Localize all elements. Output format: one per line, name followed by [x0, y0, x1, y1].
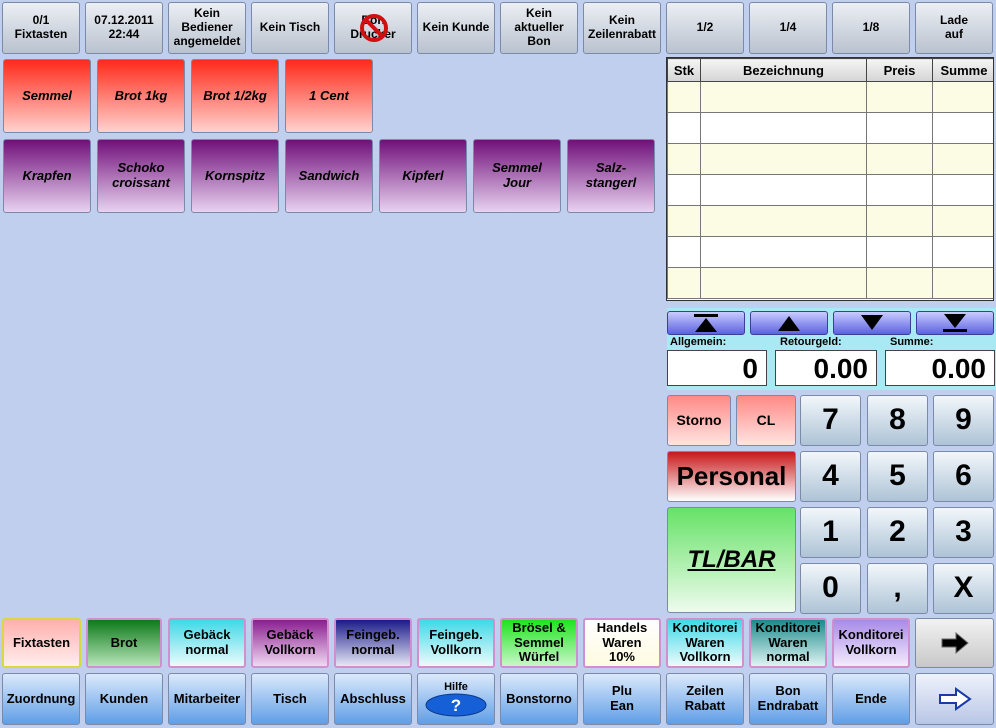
bon-endrabatt-button[interactable]: Bon Endrabatt [749, 673, 827, 725]
key-5-button[interactable]: 5 [867, 451, 928, 502]
category-gebaeck-vollkorn-button[interactable]: Gebäck Vollkorn [251, 618, 329, 668]
product-salzstangerl-button[interactable]: Salz- stangerl [567, 139, 655, 213]
abschluss-button[interactable]: Abschluss [334, 673, 412, 725]
category-konditorei-vollkorn-button[interactable]: Konditorei Vollkorn [832, 618, 910, 668]
product-brot-half-kg-button[interactable]: Brot 1/2kg [191, 59, 279, 133]
bon-drucker-button[interactable]: Bon Drucker [334, 2, 412, 54]
category-feingeb-vollkorn-button[interactable]: Feingeb. Vollkorn [417, 618, 495, 668]
hilfe-label: Hilfe [444, 680, 468, 693]
table-row[interactable] [667, 81, 993, 113]
key-2-button[interactable]: 2 [867, 507, 928, 558]
tl-bar-button[interactable]: TL/BAR [667, 507, 796, 613]
tisch-button[interactable]: Tisch [251, 673, 329, 725]
key-9-button[interactable]: 9 [933, 395, 994, 446]
category-konditorei-waren-normal-button[interactable]: Konditorei Waren normal [749, 618, 827, 668]
svg-text:?: ? [451, 696, 461, 715]
key-1-button[interactable]: 1 [800, 507, 861, 558]
table-row[interactable] [667, 267, 993, 299]
scroll-bottom-icon [943, 314, 967, 332]
arrow-right-icon [941, 632, 969, 654]
comma-button[interactable]: , [867, 563, 928, 614]
printer-disabled-icon [360, 14, 388, 42]
table-row[interactable] [667, 205, 993, 237]
key-0-button[interactable]: 0 [800, 563, 861, 614]
product-kipferl-button[interactable]: Kipferl [379, 139, 467, 213]
personal-button[interactable]: Personal [667, 451, 796, 502]
multiply-button[interactable]: X [933, 563, 994, 614]
zeilenrabatt-status-button[interactable]: Kein Zeilenrabatt [583, 2, 661, 54]
category-fixtasten-button[interactable]: Fixtasten [2, 618, 81, 668]
category-brot-button[interactable]: Brot [86, 618, 162, 668]
product-schoko-croissant-button[interactable]: Schoko croissant [97, 139, 185, 213]
category-feingeb-normal-button[interactable]: Feingeb. normal [334, 618, 412, 668]
scroll-down-button[interactable] [833, 311, 911, 335]
table-row[interactable] [667, 112, 993, 144]
product-kornspitz-button[interactable]: Kornspitz [191, 139, 279, 213]
eighth-quantity-button[interactable]: 1/8 [832, 2, 910, 54]
page-forward-button[interactable] [915, 673, 994, 725]
category-konditorei-waren-vollkorn-button[interactable]: Konditorei Waren Vollkorn [666, 618, 744, 668]
scroll-bottom-button[interactable] [916, 311, 994, 335]
retourgeld-display: 0.00 [775, 350, 877, 386]
ende-button[interactable]: Ende [832, 673, 910, 725]
bonstorno-button[interactable]: Bonstorno [500, 673, 578, 725]
bediener-button[interactable]: Kein Bediener angemeldet [168, 2, 246, 54]
arrow-right-outline-icon [938, 687, 972, 711]
product-sandwich-button[interactable]: Sandwich [285, 139, 373, 213]
key-3-button[interactable]: 3 [933, 507, 994, 558]
column-header-preis: Preis [866, 58, 933, 82]
plu-ean-button[interactable]: Plu Ean [583, 673, 661, 725]
allgemein-display: 0 [667, 350, 767, 386]
table-row[interactable] [667, 143, 993, 175]
tisch-status-button[interactable]: Kein Tisch [251, 2, 329, 54]
key-7-button[interactable]: 7 [800, 395, 861, 446]
zeilen-rabatt-button[interactable]: Zeilen Rabatt [666, 673, 744, 725]
storno-button[interactable]: Storno [667, 395, 731, 446]
half-quantity-button[interactable]: 1/2 [666, 2, 744, 54]
category-broesel-semmelwuerfel-button[interactable]: Brösel & Semmel Würfel [500, 618, 578, 668]
table-row[interactable] [667, 236, 993, 268]
column-header-summe: Summe [932, 58, 993, 82]
quarter-quantity-button[interactable]: 1/4 [749, 2, 827, 54]
category-next-button[interactable] [915, 618, 994, 668]
clear-button[interactable]: CL [736, 395, 796, 446]
category-handelswaren-button[interactable]: Handels Waren 10% [583, 618, 661, 668]
category-gebaeck-normal-button[interactable]: Gebäck normal [168, 618, 246, 668]
product-1-cent-button[interactable]: 1 Cent [285, 59, 373, 133]
scroll-top-button[interactable] [667, 311, 745, 335]
key-4-button[interactable]: 4 [800, 451, 861, 502]
product-brot-1kg-button[interactable]: Brot 1kg [97, 59, 185, 133]
product-krapfen-button[interactable]: Krapfen [3, 139, 91, 213]
mitarbeiter-button[interactable]: Mitarbeiter [168, 673, 246, 725]
allgemein-label: Allgemein: [670, 336, 727, 348]
product-semmel-button[interactable]: Semmel [3, 59, 91, 133]
key-6-button[interactable]: 6 [933, 451, 994, 502]
datetime-display: 07.12.2011 22:44 [85, 2, 163, 54]
help-icon: ? [425, 693, 487, 717]
retourgeld-label: Retourgeld: [780, 336, 842, 348]
kunde-status-button[interactable]: Kein Kunde [417, 2, 495, 54]
scroll-top-icon [694, 314, 718, 332]
kunden-button[interactable]: Kunden [85, 673, 163, 725]
key-8-button[interactable]: 8 [867, 395, 928, 446]
product-semmel-jour-button[interactable]: Semmel Jour [473, 139, 561, 213]
fixtasten-page-button[interactable]: 0/1 Fixtasten [2, 2, 80, 54]
summe-display: 0.00 [885, 350, 995, 386]
arrow-down-icon [861, 315, 883, 330]
arrow-up-icon [778, 316, 800, 331]
summe-label: Summe: [890, 336, 934, 348]
receipt-grid[interactable]: Stk Bezeichnung Preis Summe [666, 57, 994, 301]
table-row[interactable] [667, 174, 993, 206]
column-header-stk: Stk [667, 58, 701, 82]
lade-auf-button[interactable]: Lade auf [915, 2, 993, 54]
column-header-bezeichnung: Bezeichnung [700, 58, 867, 82]
scroll-up-button[interactable] [750, 311, 828, 335]
zuordnung-button[interactable]: Zuordnung [2, 673, 80, 725]
aktueller-bon-button[interactable]: Kein aktueller Bon [500, 2, 578, 54]
hilfe-button[interactable]: Hilfe ? [417, 673, 495, 725]
